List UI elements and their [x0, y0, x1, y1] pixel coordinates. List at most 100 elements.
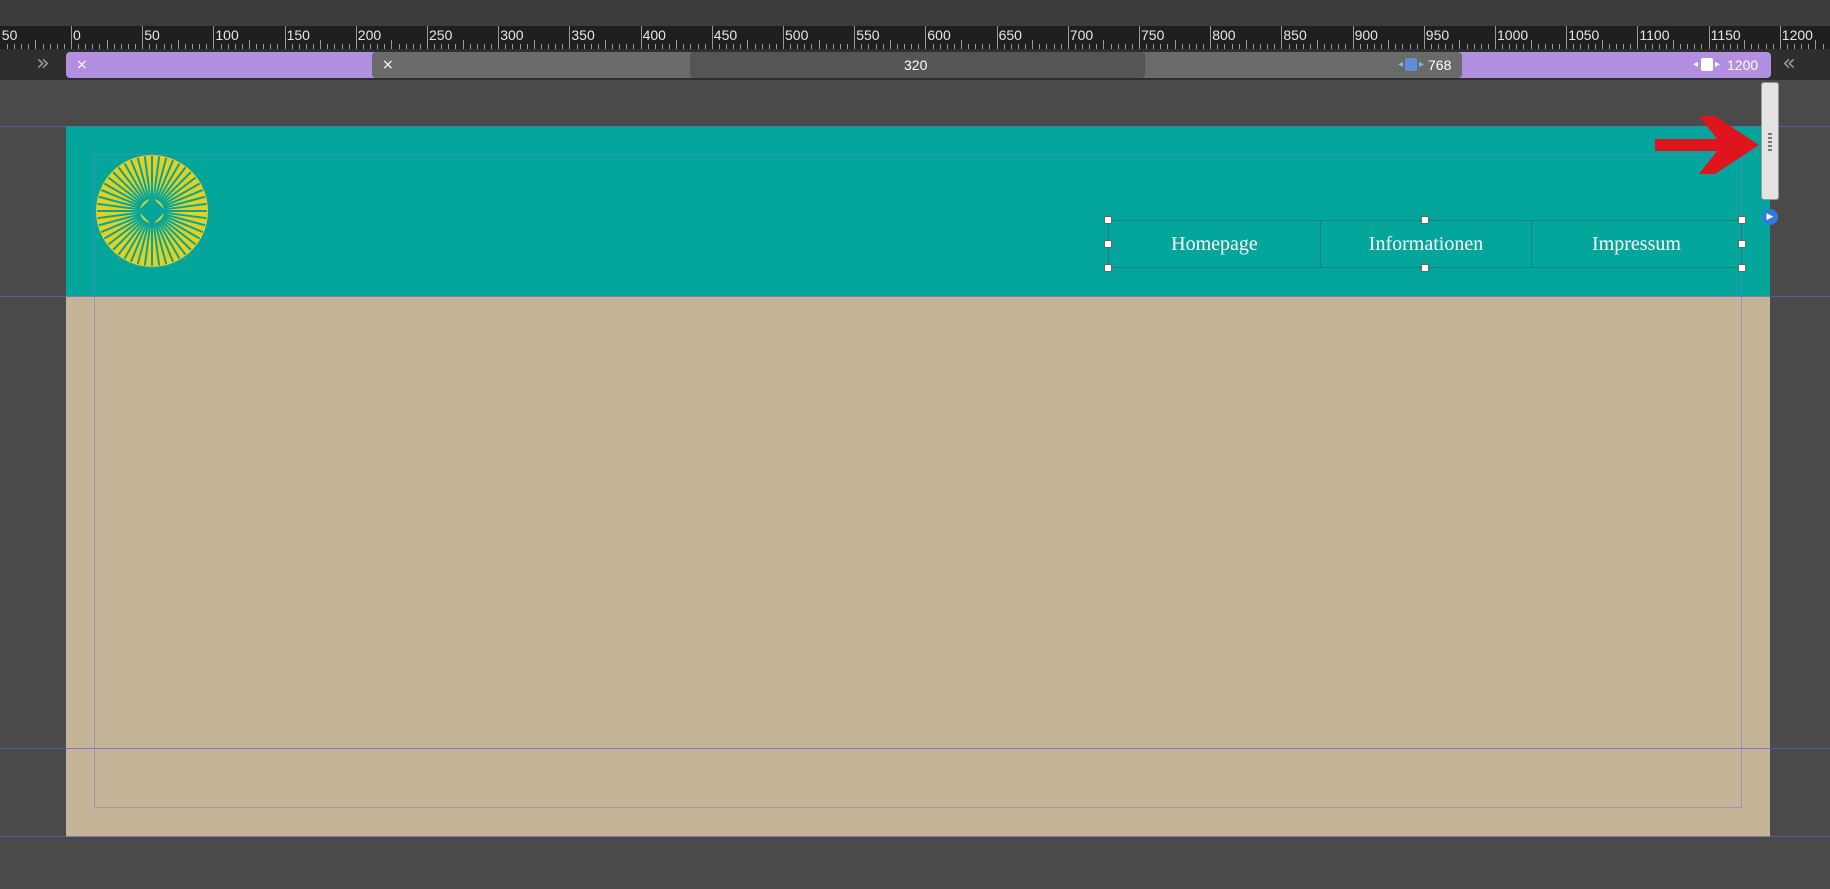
- ruler-tick: [35, 40, 37, 49]
- ruler-label: 200: [357, 27, 382, 43]
- ruler-tick: [391, 40, 393, 49]
- ruler-tick: [213, 26, 215, 49]
- ruler-tick: [1103, 40, 1105, 49]
- ruler-tick: [889, 40, 891, 49]
- ruler-label: 950: [1425, 27, 1450, 43]
- canvas-bottom: [0, 837, 1830, 889]
- ruler-tick: [427, 26, 428, 49]
- breakpoint-768-label: 768: [1428, 57, 1452, 73]
- ruler-tick: [1032, 40, 1034, 49]
- ruler-tick: [1317, 40, 1318, 49]
- resize-handle[interactable]: [1738, 216, 1746, 224]
- ruler-tick: [569, 26, 571, 49]
- ruler-tick: [996, 26, 998, 49]
- ruler-label: 250: [429, 27, 453, 43]
- nav-item-informationen[interactable]: Informationen: [1321, 221, 1532, 267]
- ruler-tick: [640, 26, 642, 49]
- ruler-tick: [1210, 26, 1212, 49]
- ruler-label: 0: [73, 27, 81, 43]
- ruler-tick: [1637, 26, 1639, 49]
- ruler-label: 800: [1212, 27, 1236, 43]
- guide-line: [0, 126, 1830, 127]
- ruler-tick: [925, 26, 927, 49]
- ruler-tick: [1459, 40, 1461, 49]
- ruler-label: 900: [1354, 27, 1378, 43]
- resize-handle[interactable]: [1104, 264, 1112, 272]
- ruler-label: 550: [856, 27, 880, 43]
- ruler-tick: [1245, 40, 1247, 49]
- sunburst-logo[interactable]: [95, 154, 209, 268]
- ruler-tick: [747, 40, 749, 49]
- ruler-label: 600: [927, 27, 951, 43]
- play-icon[interactable]: ▶: [1762, 209, 1778, 225]
- ruler-tick: [533, 40, 535, 49]
- close-breakpoint-icon[interactable]: ×: [76, 52, 88, 78]
- ruler-tick: [71, 26, 72, 49]
- resize-handle[interactable]: [1421, 264, 1429, 272]
- ruler-tick: [1352, 26, 1354, 49]
- chevron-left-icon[interactable]: «: [1776, 52, 1802, 76]
- ruler-tick: [355, 26, 357, 49]
- resize-handle[interactable]: [1738, 264, 1746, 272]
- resize-handle[interactable]: [1104, 216, 1112, 224]
- ruler-label: 650: [998, 27, 1022, 43]
- ruler-tick: [1495, 26, 1496, 49]
- ruler-tick: [854, 26, 856, 49]
- resize-handle[interactable]: [1104, 240, 1112, 248]
- ruler-tick: [177, 40, 179, 49]
- horizontal-ruler: 50 0 50 100 150 200 250 300 350 400 450 500 550 600 65…: [0, 26, 1830, 49]
- ruler-tick: [1673, 40, 1674, 49]
- ruler-tick: [320, 40, 322, 49]
- ruler-label: 50: [1, 27, 18, 43]
- ruler-label: 750: [1141, 27, 1165, 43]
- red-arrow-icon: [1655, 116, 1759, 174]
- chevron-right-icon[interactable]: »: [30, 52, 56, 76]
- width-drag-handle[interactable]: [1761, 82, 1779, 200]
- ruler-tick: [284, 26, 286, 49]
- ruler-label: 400: [642, 27, 666, 43]
- nav-item-homepage[interactable]: Homepage: [1109, 221, 1321, 267]
- resize-handle[interactable]: [1738, 240, 1746, 248]
- close-breakpoint-icon[interactable]: ×: [382, 52, 394, 78]
- breakpoint-768-marker[interactable]: [1405, 58, 1417, 71]
- ruler-tick: [961, 40, 962, 49]
- ruler-label: 350: [571, 27, 595, 43]
- top-toolbar: [0, 0, 1830, 26]
- ruler-label: 100: [215, 27, 239, 43]
- ruler-tick: [498, 26, 500, 49]
- breakpoint-arrows-icon: ▸: [1715, 59, 1721, 70]
- nav-item-impressum[interactable]: Impressum: [1532, 221, 1741, 267]
- ruler-label: 50: [144, 27, 160, 43]
- ruler-label: 150: [286, 27, 310, 43]
- ruler-tick: [818, 40, 820, 49]
- breakpoint-320-label: 320: [904, 57, 928, 73]
- ruler-tick: [1744, 40, 1746, 49]
- ruler-tick: [1566, 26, 1568, 49]
- resize-handle[interactable]: [1421, 216, 1429, 224]
- ruler-tick: [711, 26, 713, 49]
- ruler-tick: [1067, 26, 1069, 49]
- ruler-label: 1150: [1710, 27, 1741, 43]
- ruler-tick: [249, 40, 250, 49]
- ruler-tick: [462, 40, 464, 49]
- ruler-label: 450: [713, 27, 738, 43]
- breakpoint-arrows-icon: ◂: [1398, 59, 1404, 70]
- breakpoint-1200-marker[interactable]: [1701, 58, 1713, 71]
- breakpoint-1200-label: 1200: [1727, 57, 1759, 73]
- ruler-tick: [106, 40, 108, 49]
- ruler-tick: [1530, 40, 1532, 49]
- ruler-label: 500: [785, 27, 809, 43]
- ruler-tick: [783, 26, 784, 49]
- ruler-label: 1200: [1781, 27, 1813, 43]
- ruler-tick: [1779, 26, 1781, 49]
- ruler-label: 1050: [1568, 27, 1600, 43]
- grip-icon: [1768, 133, 1772, 153]
- ruler-tick: [1708, 26, 1710, 49]
- ruler-tick: [676, 40, 678, 49]
- ruler-label: 1100: [1639, 27, 1670, 43]
- main-navigation: Homepage Informationen Impressum: [1108, 220, 1742, 268]
- ruler-tick: [605, 40, 606, 49]
- breakpoint-arrows-icon: ▸: [1419, 59, 1425, 70]
- ruler-label: 1000: [1497, 27, 1529, 43]
- ruler-tick: [1388, 40, 1390, 49]
